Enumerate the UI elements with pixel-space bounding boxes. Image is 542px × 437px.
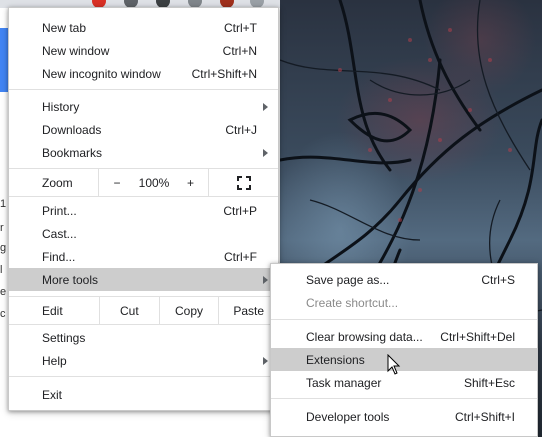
cut-button[interactable]: Cut — [99, 297, 159, 324]
zoom-row: Zoom − 100% + — [9, 169, 278, 196]
edit-label: Edit — [42, 303, 63, 318]
menu-separator — [9, 89, 278, 90]
menu-item-shortcut: Ctrl+T — [224, 20, 257, 35]
menu-item-shortcut: Shift+Esc — [463, 375, 515, 390]
mouse-pointer-icon — [387, 354, 401, 375]
page-glyph: e — [0, 286, 7, 298]
fullscreen-button[interactable] — [209, 169, 278, 196]
menu-separator — [271, 398, 537, 399]
menu-item-cast[interactable]: Cast... — [9, 222, 278, 245]
menu-item-new-incognito-window[interactable]: New incognito window Ctrl+Shift+N — [9, 62, 278, 85]
menu-item-help[interactable]: Help — [9, 349, 278, 372]
menu-item-label: Settings — [42, 330, 86, 345]
menu-item-history[interactable]: History — [9, 95, 278, 118]
menu-separator — [271, 319, 537, 320]
menu-item-shortcut: Ctrl+Shift+Del — [440, 329, 515, 344]
menu-item-shortcut: Ctrl+Shift+N — [191, 66, 257, 81]
menu-item-shortcut: Ctrl+N — [222, 43, 257, 58]
submenu-item-clear-browsing-data[interactable]: Clear browsing data... Ctrl+Shift+Del — [271, 325, 537, 348]
submenu-arrow-icon — [263, 149, 268, 157]
menu-separator — [9, 376, 278, 377]
more-tools-submenu: Save page as... Ctrl+S Create shortcut..… — [270, 263, 538, 437]
menu-item-label: Task manager — [306, 375, 382, 390]
zoom-level: 100% — [138, 175, 170, 190]
menu-item-label: Print... — [42, 203, 77, 218]
page-glyph: r — [0, 222, 4, 234]
menu-item-new-tab[interactable]: New tab Ctrl+T — [9, 16, 278, 39]
menu-item-print[interactable]: Print... Ctrl+P — [9, 199, 278, 222]
menu-item-label: New window — [42, 43, 110, 58]
submenu-item-save-page[interactable]: Save page as... Ctrl+S — [271, 268, 537, 291]
page-glyph: l — [0, 264, 3, 276]
menu-item-label: Cast... — [42, 226, 77, 241]
menu-item-label: History — [42, 99, 80, 114]
menu-item-label: New incognito window — [42, 66, 161, 81]
menu-item-label: Find... — [42, 249, 76, 264]
submenu-item-developer-tools[interactable]: Developer tools Ctrl+Shift+I — [271, 405, 537, 428]
menu-item-new-window[interactable]: New window Ctrl+N — [9, 39, 278, 62]
zoom-label: Zoom — [9, 169, 99, 196]
page-glyph: 1 — [0, 198, 7, 210]
menu-item-label: Extensions — [306, 352, 365, 367]
submenu-item-extensions[interactable]: Extensions — [271, 348, 537, 371]
menu-separator — [9, 196, 278, 197]
menu-item-shortcut: Ctrl+F — [224, 249, 257, 264]
submenu-item-create-shortcut: Create shortcut... — [271, 291, 537, 314]
page-blue-banner — [0, 28, 8, 92]
menu-separator — [9, 324, 278, 325]
menu-item-label: Help — [42, 353, 67, 368]
menu-item-shortcut: Ctrl+S — [481, 272, 515, 287]
menu-item-exit[interactable]: Exit — [9, 383, 278, 406]
fullscreen-icon — [236, 175, 251, 190]
menu-item-shortcut: Ctrl+J — [225, 122, 257, 137]
page-glyph: g — [0, 242, 7, 254]
copy-button[interactable]: Copy — [158, 297, 219, 324]
menu-item-shortcut: Ctrl+Shift+I — [454, 409, 515, 424]
zoom-in-button[interactable]: + — [173, 169, 209, 196]
submenu-item-task-manager[interactable]: Task manager Shift+Esc — [271, 371, 537, 394]
menu-item-label: More tools — [42, 272, 99, 287]
menu-item-label: Exit — [42, 387, 63, 402]
page-glyph: c — [0, 308, 6, 320]
menu-item-label: Downloads — [42, 122, 102, 137]
menu-item-label: Developer tools — [306, 409, 390, 424]
menu-item-label: Bookmarks — [42, 145, 103, 160]
menu-item-label: Clear browsing data... — [306, 329, 423, 344]
zoom-out-button[interactable]: − — [99, 169, 135, 196]
menu-item-settings[interactable]: Settings — [9, 326, 278, 349]
submenu-arrow-icon — [263, 103, 268, 111]
menu-item-shortcut: Ctrl+P — [223, 203, 257, 218]
menu-item-downloads[interactable]: Downloads Ctrl+J — [9, 118, 278, 141]
menu-item-more-tools[interactable]: More tools — [9, 268, 278, 291]
menu-item-label: Save page as... — [306, 272, 390, 287]
menu-item-find[interactable]: Find... Ctrl+F — [9, 245, 278, 268]
edit-row: Edit Cut Copy Paste — [9, 297, 278, 324]
chrome-main-menu: New tab Ctrl+T New window Ctrl+N New inc… — [8, 7, 279, 411]
menu-item-bookmarks[interactable]: Bookmarks — [9, 141, 278, 164]
submenu-arrow-icon — [263, 357, 268, 365]
page-text-fragments: 1 r g l e c — [0, 120, 8, 320]
menu-item-label: New tab — [42, 20, 87, 35]
menu-item-label: Create shortcut... — [306, 295, 399, 310]
submenu-arrow-icon — [263, 276, 268, 284]
